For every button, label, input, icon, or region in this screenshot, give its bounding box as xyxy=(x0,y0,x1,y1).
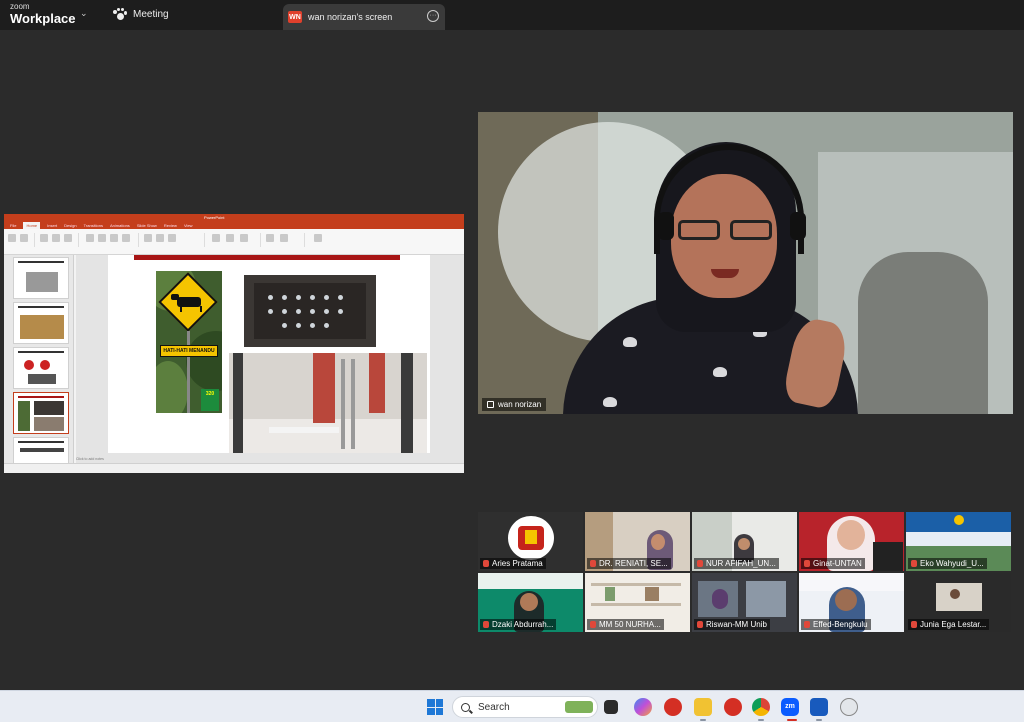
ribbon-tab[interactable]: Transitions xyxy=(84,222,103,229)
chevron-down-icon[interactable]: ⌄ xyxy=(80,8,88,19)
muted-mic-icon xyxy=(804,560,810,567)
participant-name: Eko Wahyudi_U... xyxy=(920,559,984,568)
brand-big-text: Workplace xyxy=(10,11,76,26)
presenter-avatar-badge: WN xyxy=(288,11,302,23)
participant-gallery: Aries Pratama DR. RENIATI, SE... NUR AFI… xyxy=(478,512,1013,632)
active-speaker-video[interactable]: wan norizan xyxy=(478,112,1013,414)
task-view-icon[interactable] xyxy=(604,700,618,714)
ribbon-tab[interactable]: Design xyxy=(64,222,76,229)
ribbon-tab[interactable]: Slide Show xyxy=(137,222,157,229)
ribbon-tab[interactable]: File xyxy=(10,222,16,229)
chrome-icon[interactable] xyxy=(752,698,770,716)
search-highlight-image xyxy=(565,701,593,713)
muted-mic-icon xyxy=(483,621,489,628)
participant-tile[interactable]: Aries Pratama xyxy=(478,512,583,571)
red-app-icon[interactable] xyxy=(664,698,682,716)
muted-mic-icon xyxy=(911,621,917,628)
participant-name: DR. RENIATI, SE... xyxy=(599,559,668,568)
ribbon-tab[interactable]: View xyxy=(184,222,193,229)
powerpoint-window-title: PowerPoint xyxy=(204,215,225,220)
ribbon-tab[interactable]: Animations xyxy=(110,222,130,229)
participant-tile[interactable]: Dzaki Abdurrah... xyxy=(478,573,583,632)
ribbon-tabs: File Home Insert Design Transitions Anim… xyxy=(4,222,464,229)
participant-name: Dzaki Abdurrah... xyxy=(492,620,554,629)
meeting-button[interactable]: Meeting xyxy=(113,8,169,20)
participant-tile[interactable]: DR. RENIATI, SE... xyxy=(585,512,690,571)
speaker-name-tag: wan norizan xyxy=(482,398,547,411)
word-icon[interactable] xyxy=(810,698,828,716)
more-options-icon[interactable]: ··· xyxy=(427,10,439,22)
sign-board-text: HATI-HATI MENANDU xyxy=(160,345,218,357)
search-icon xyxy=(461,702,470,712)
slide-thumbnail[interactable] xyxy=(13,257,69,299)
muted-mic-icon xyxy=(590,560,596,567)
participant-tile[interactable]: Ginat-UNTAN xyxy=(799,512,904,571)
slide-title-bar xyxy=(134,255,400,260)
cow-icon xyxy=(171,294,202,312)
participant-tile[interactable]: NUR AFIFAH_UN... xyxy=(692,512,797,571)
windows-start-icon[interactable] xyxy=(427,699,443,715)
muted-mic-icon xyxy=(697,560,703,567)
brand-small-text: zoom xyxy=(10,2,30,11)
muted-mic-icon xyxy=(911,560,917,567)
copilot-icon[interactable] xyxy=(634,698,652,716)
zoom-top-bar: zoom Workplace ⌄ Meeting WN wan norizan'… xyxy=(0,0,1024,30)
ribbon-tab[interactable]: Insert xyxy=(47,222,57,229)
ribbon-toolbar xyxy=(4,229,464,255)
speaker-name: wan norizan xyxy=(498,400,542,409)
screen-share-tab[interactable]: WN wan norizan's screen ··· xyxy=(283,4,445,30)
glass-door-photo xyxy=(229,353,427,453)
participant-name: MM 50 NURHA... xyxy=(599,620,661,629)
slide-thumbnail[interactable] xyxy=(13,347,69,389)
notes-placeholder[interactable]: Click to add notes xyxy=(76,457,104,461)
participant-name: Riswan-MM Unib xyxy=(706,620,767,629)
current-slide[interactable]: HATI-HATI MENANDU 320 xyxy=(108,255,430,453)
participant-name: Effed-Bengkulu xyxy=(813,620,868,629)
slide-thumbnails-pane xyxy=(4,255,74,473)
elevator-panel-photo xyxy=(244,275,376,347)
ribbon-tab-active[interactable]: Home xyxy=(23,222,41,229)
slide-thumbnail-selected[interactable] xyxy=(13,392,69,434)
participant-name: Ginat-UNTAN xyxy=(813,559,862,568)
ribbon-tab[interactable]: Review xyxy=(164,222,177,229)
participant-tile[interactable]: Eko Wahyudi_U... xyxy=(906,512,1011,571)
pin-icon xyxy=(487,401,494,408)
share-tab-label: wan norizan's screen xyxy=(308,12,393,22)
participant-name: Junia Ega Lestar... xyxy=(920,620,987,629)
file-explorer-icon[interactable] xyxy=(694,698,712,716)
powerpoint-status-bar xyxy=(4,463,464,473)
participant-tile[interactable]: Riswan-MM Unib xyxy=(692,573,797,632)
zoom-workplace-logo[interactable]: zoom Workplace xyxy=(10,2,76,26)
muted-mic-icon xyxy=(590,621,596,628)
red-app-icon[interactable] xyxy=(724,698,742,716)
slide-thumbnail[interactable] xyxy=(13,302,69,344)
search-placeholder: Search xyxy=(478,701,510,713)
meeting-label: Meeting xyxy=(133,8,169,20)
muted-mic-icon xyxy=(483,560,489,567)
windows-taskbar: Search zm xyxy=(0,690,1024,722)
muted-mic-icon xyxy=(697,621,703,628)
shared-screen[interactable]: PowerPoint File Home Insert Design Trans… xyxy=(4,214,464,473)
cow-warning-sign-photo: HATI-HATI MENANDU 320 xyxy=(156,271,222,413)
zoom-icon[interactable]: zm xyxy=(781,698,799,716)
participant-tile[interactable]: Junia Ega Lestar... xyxy=(906,573,1011,632)
participant-name: Aries Pratama xyxy=(492,559,543,568)
participant-tile[interactable]: MM 50 NURHA... xyxy=(585,573,690,632)
slide-editor: HATI-HATI MENANDU 320 Click to add notes xyxy=(76,255,464,463)
km-marker: 320 xyxy=(201,389,219,411)
participant-tile[interactable]: Effed-Bengkulu xyxy=(799,573,904,632)
muted-mic-icon xyxy=(804,621,810,628)
network-icon[interactable] xyxy=(840,698,858,716)
powerpoint-title-bar: PowerPoint xyxy=(4,214,464,222)
taskbar-search[interactable]: Search xyxy=(452,696,598,718)
paw-icon xyxy=(113,8,127,20)
participant-name: NUR AFIFAH_UN... xyxy=(706,559,776,568)
